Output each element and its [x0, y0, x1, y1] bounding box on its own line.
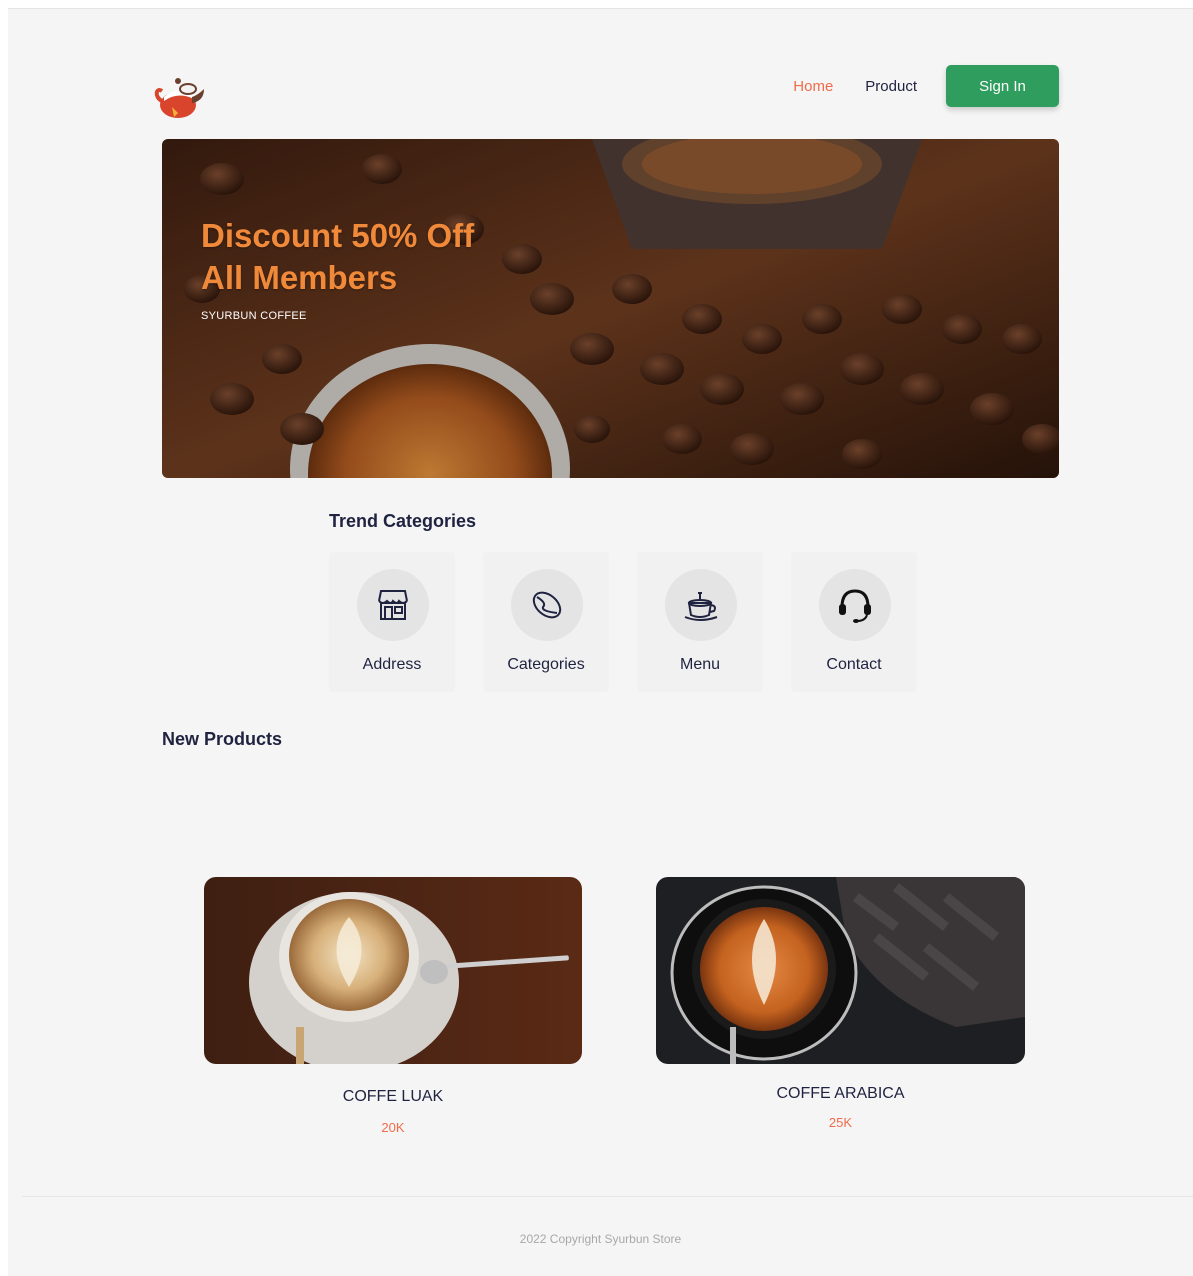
new-products-title: New Products	[162, 729, 283, 749]
product-name-luak: COFFE LUAK	[342, 1088, 444, 1105]
hero-title: Discount 50% Off All Members	[201, 215, 474, 299]
category-address[interactable]: Address	[329, 552, 455, 692]
product-price-luak: 20K	[381, 1120, 405, 1135]
nav-home-link[interactable]: Home	[793, 78, 833, 95]
teapot-logo-icon[interactable]	[154, 73, 208, 125]
category-menu-label: Menu	[679, 656, 721, 673]
sign-in-button[interactable]: Sign In	[946, 65, 1059, 107]
hero-title-line2: All Members	[201, 259, 398, 296]
category-categories[interactable]: Categories	[483, 552, 609, 692]
coffee-cup-icon	[665, 569, 737, 641]
headset-icon	[819, 569, 891, 641]
hero-title-line1: Discount 50% Off	[201, 217, 475, 254]
product-name-arabica: COFFE ARABICA	[776, 1085, 905, 1102]
product-image-luak	[204, 877, 582, 1064]
footer-copyright: 2022 Copyright Syurbun Store	[519, 1232, 682, 1246]
product-image-arabica	[656, 877, 1025, 1064]
page: Home Product Sign In Discount 50% Off Al…	[8, 8, 1193, 1276]
category-menu[interactable]: Menu	[637, 552, 763, 692]
product-card-luak[interactable]: COFFE LUAK 20K	[204, 877, 582, 1147]
coffee-bean-icon	[511, 569, 583, 641]
nav-product-link[interactable]: Product	[865, 78, 917, 95]
trend-categories-title: Trend Categories	[329, 511, 477, 531]
product-card-arabica[interactable]: COFFE ARABICA 25K	[656, 877, 1025, 1142]
footer-divider	[22, 1196, 1193, 1197]
store-icon	[357, 569, 429, 641]
hero-banner: Discount 50% Off All Members SYURBUN COF…	[162, 139, 1059, 478]
top-nav: Home Product Sign In	[793, 65, 1059, 107]
trend-categories: Address Categories Menu Contact	[329, 552, 945, 692]
product-price-arabica: 25K	[828, 1115, 853, 1130]
category-address-label: Address	[362, 656, 422, 673]
category-categories-label: Categories	[507, 656, 585, 673]
coffee-beans-image	[162, 139, 1059, 478]
hero-subtitle: SYURBUN COFFEE	[201, 310, 307, 322]
category-contact-label: Contact	[826, 656, 882, 673]
category-contact[interactable]: Contact	[791, 552, 917, 692]
